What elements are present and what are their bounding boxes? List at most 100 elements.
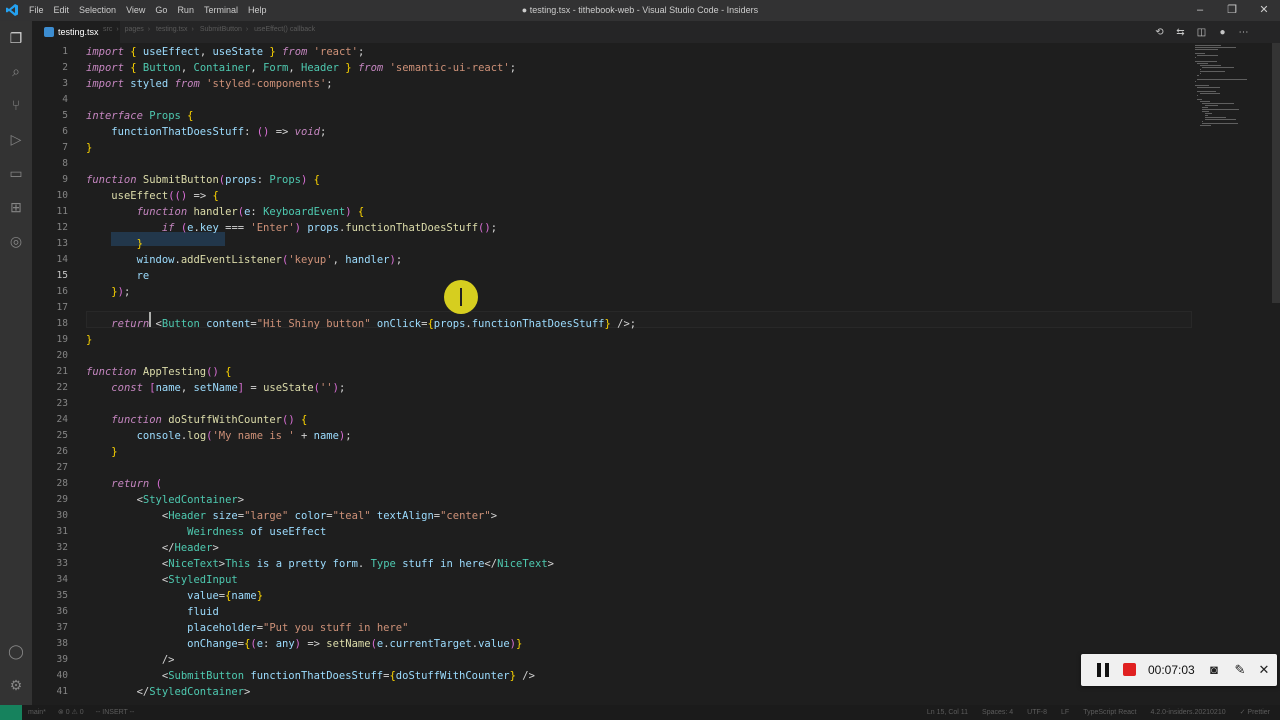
- code-line[interactable]: 20: [32, 348, 1192, 364]
- status-formatter[interactable]: ✓ Prettier: [1240, 705, 1270, 720]
- close-icon[interactable]: ✕: [1256, 654, 1272, 686]
- menu-help[interactable]: Help: [243, 0, 272, 21]
- code-line[interactable]: 31 Weirdness of useEffect: [32, 524, 1192, 540]
- pause-icon[interactable]: [1097, 663, 1109, 677]
- source-control-icon[interactable]: ⑂: [6, 95, 26, 115]
- status-language[interactable]: TypeScript React: [1083, 705, 1136, 720]
- line-number: 15: [56, 270, 68, 281]
- code-line[interactable]: 22 const [name, setName] = useState('');: [32, 380, 1192, 396]
- line-number: 29: [56, 494, 68, 505]
- line-number: 5: [62, 110, 68, 121]
- code-text: }: [86, 334, 93, 346]
- code-line[interactable]: 38 onChange={(e: any) => setName(e.curre…: [32, 636, 1192, 652]
- code-editor[interactable]: 1 import { useEffect, useState } from 're…: [32, 43, 1272, 705]
- stop-record-icon[interactable]: [1123, 663, 1136, 676]
- code-text: />: [86, 654, 175, 666]
- menu-selection[interactable]: Selection: [74, 0, 121, 21]
- code-line[interactable]: 9 function SubmitButton(props: Props) {: [32, 172, 1192, 188]
- status-encoding[interactable]: UTF-8: [1027, 705, 1047, 720]
- code-line[interactable]: 21 function AppTesting() {: [32, 364, 1192, 380]
- code-line[interactable]: 39 />: [32, 652, 1192, 668]
- code-line[interactable]: 32 </Header>: [32, 540, 1192, 556]
- code-line[interactable]: 15 re: [32, 268, 1192, 284]
- restore-icon[interactable]: ❐: [1216, 0, 1248, 21]
- compare-icon[interactable]: ⇆: [1170, 27, 1191, 38]
- line-number: 1: [62, 46, 68, 57]
- code-line[interactable]: 5 interface Props {: [32, 108, 1192, 124]
- code-line[interactable]: 10 useEffect(() => {: [32, 188, 1192, 204]
- minimap-line: [1195, 57, 1196, 58]
- explorer-icon[interactable]: ❐: [6, 28, 26, 48]
- code-line[interactable]: 40 <SubmitButton functionThatDoesStuff={…: [32, 668, 1192, 684]
- code-line[interactable]: 12 if (e.key === 'Enter') props.function…: [32, 220, 1192, 236]
- menu-view[interactable]: View: [121, 0, 150, 21]
- extensions-icon[interactable]: ⊞: [6, 197, 26, 217]
- breadcrumb-item[interactable]: src: [103, 26, 112, 33]
- title-bar: File Edit Selection View Go Run Terminal…: [0, 0, 1280, 21]
- code-line[interactable]: 19}: [32, 332, 1192, 348]
- code-line[interactable]: 16 });: [32, 284, 1192, 300]
- code-line[interactable]: 25 console.log('My name is ' + name);: [32, 428, 1192, 444]
- code-line[interactable]: 17: [32, 300, 1192, 316]
- breadcrumb-item[interactable]: testing.tsx: [156, 26, 188, 33]
- code-line[interactable]: 29 <StyledContainer>: [32, 492, 1192, 508]
- code-line[interactable]: 36 fluid: [32, 604, 1192, 620]
- vertical-scrollbar[interactable]: [1272, 43, 1280, 303]
- code-line[interactable]: 27: [32, 460, 1192, 476]
- code-line[interactable]: 28 return (: [32, 476, 1192, 492]
- code-line[interactable]: 14 window.addEventListener('keyup', hand…: [32, 252, 1192, 268]
- run-debug-icon[interactable]: ▷: [6, 129, 26, 149]
- code-line[interactable]: 4: [32, 92, 1192, 108]
- search-icon[interactable]: ⌕: [6, 61, 26, 81]
- code-line[interactable]: 13 }: [32, 236, 1192, 252]
- code-text: interface Props {: [86, 110, 194, 122]
- more-actions-icon[interactable]: ⋯: [1233, 27, 1254, 38]
- camera-icon[interactable]: ◙: [1206, 654, 1222, 686]
- code-line[interactable]: 33 <NiceText>This is a pretty form. Type…: [32, 556, 1192, 572]
- code-line[interactable]: 18 return <Button content="Hit Shiny but…: [32, 316, 1192, 332]
- breadcrumb-item[interactable]: useEffect() callback: [254, 26, 315, 33]
- code-line[interactable]: 34 <StyledInput: [32, 572, 1192, 588]
- code-line[interactable]: 23: [32, 396, 1192, 412]
- status-branch[interactable]: main*: [28, 705, 46, 720]
- code-line[interactable]: 11 function handler(e: KeyboardEvent) {: [32, 204, 1192, 220]
- remote-explorer-icon[interactable]: ▭: [6, 163, 26, 183]
- split-editor-icon[interactable]: ◫: [1191, 27, 1212, 38]
- menu-run[interactable]: Run: [172, 0, 199, 21]
- code-line[interactable]: 8: [32, 156, 1192, 172]
- annotate-icon[interactable]: ✎: [1232, 654, 1248, 686]
- code-line[interactable]: 1 import { useEffect, useState } from 're…: [32, 44, 1192, 60]
- history-icon[interactable]: ⟲: [1149, 27, 1170, 38]
- code-line[interactable]: 6 functionThatDoesStuff: () => void;: [32, 124, 1192, 140]
- minimize-icon[interactable]: –: [1184, 0, 1216, 21]
- code-line[interactable]: 24 function doStuffWithCounter() {: [32, 412, 1192, 428]
- unsaved-dot-icon[interactable]: ●: [1212, 27, 1233, 38]
- breadcrumb-item[interactable]: pages: [125, 26, 144, 33]
- minimap[interactable]: [1195, 43, 1270, 705]
- menu-edit[interactable]: Edit: [49, 0, 75, 21]
- code-line[interactable]: 3 import styled from 'styled-components';: [32, 76, 1192, 92]
- git-icon[interactable]: ◎: [6, 231, 26, 251]
- code-line[interactable]: 26 }: [32, 444, 1192, 460]
- breadcrumb-item[interactable]: SubmitButton: [200, 26, 242, 33]
- menu-terminal[interactable]: Terminal: [199, 0, 243, 21]
- code-line[interactable]: 41 </StyledContainer>: [32, 684, 1192, 700]
- close-icon[interactable]: ✕: [1248, 0, 1280, 21]
- status-indentation[interactable]: Spaces: 4: [982, 705, 1013, 720]
- code-line[interactable]: 30 <Header size="large" color="teal" tex…: [32, 508, 1192, 524]
- code-line[interactable]: 35 value={name}: [32, 588, 1192, 604]
- menu-file[interactable]: File: [24, 0, 49, 21]
- status-ts-version[interactable]: 4.2.0-insiders.20210210: [1151, 705, 1226, 720]
- status-eol[interactable]: LF: [1061, 705, 1069, 720]
- status-problems[interactable]: ⊗ 0 ⚠ 0: [58, 705, 84, 720]
- remote-indicator[interactable]: [0, 705, 22, 720]
- gear-icon[interactable]: ⚙: [6, 675, 26, 695]
- code-line[interactable]: 2 import { Button, Container, Form, Heade…: [32, 60, 1192, 76]
- account-icon[interactable]: ◯: [6, 641, 26, 661]
- code-text: fluid: [187, 606, 219, 618]
- status-position[interactable]: Ln 15, Col 11: [927, 705, 968, 720]
- minimap-line: [1195, 61, 1218, 62]
- code-line[interactable]: 7}: [32, 140, 1192, 156]
- menu-go[interactable]: Go: [150, 0, 172, 21]
- code-line[interactable]: 37 placeholder="Put you stuff in here": [32, 620, 1192, 636]
